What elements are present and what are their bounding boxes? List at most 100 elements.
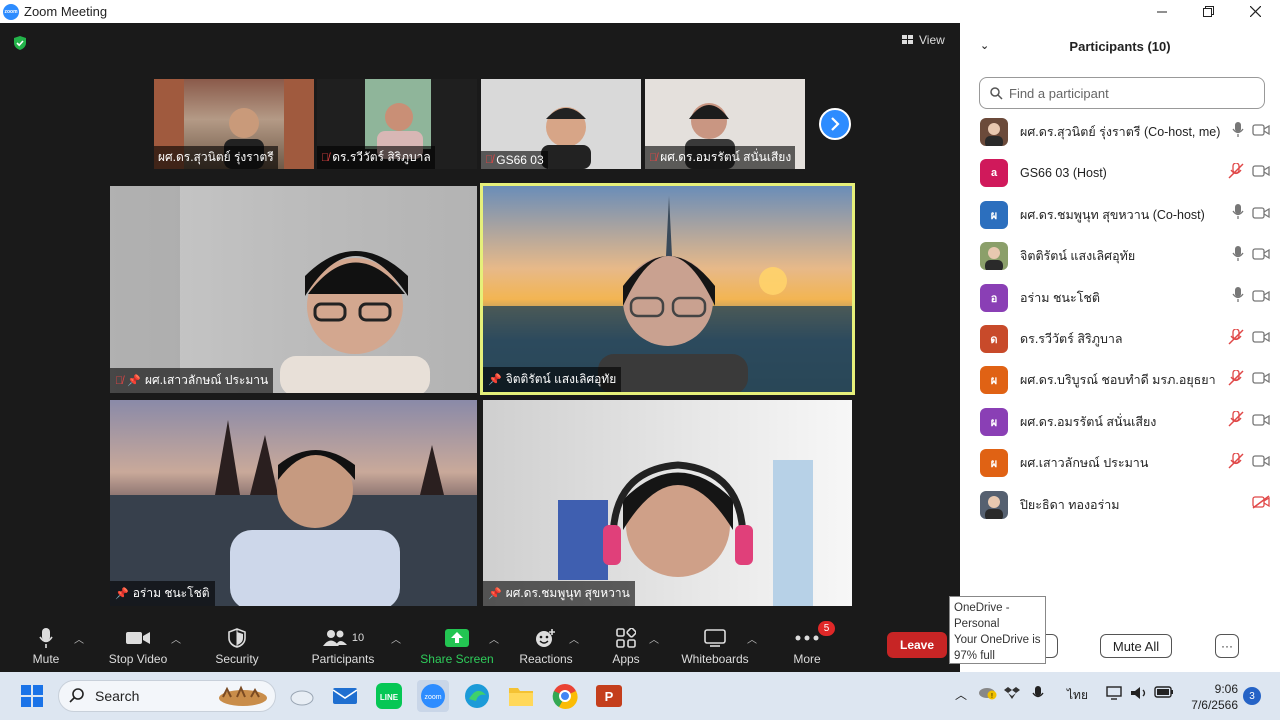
microphone-icon [39, 628, 53, 648]
avatar [980, 118, 1008, 146]
thumbnail-video[interactable]: 🎙̸ ผศ.ดร.อมรรัตน์ สนั่นเสียง [645, 79, 805, 169]
participant-row[interactable]: จิตติรัตน์ แสงเลิศอุทัย [980, 241, 1270, 271]
whiteboards-options-chevron-icon[interactable]: ︿ [747, 631, 757, 646]
reactions-button[interactable]: Reactions [516, 623, 576, 672]
weather-app-icon[interactable] [286, 680, 318, 712]
close-icon [1249, 6, 1261, 17]
participant-name-tag: 🎙̸ GS66 03 [481, 151, 548, 169]
reactions-options-chevron-icon[interactable]: ︿ [569, 631, 579, 646]
participant-row[interactable]: ผ ผศ.ดร.บริบูรณ์ ชอบทำดี มรภ.อยุธยา [980, 365, 1270, 395]
taskbar-clock[interactable]: 9:06 7/6/2566 [1186, 681, 1238, 713]
participant-status-icons [1226, 204, 1270, 225]
participant-row[interactable]: ปิยะธิดา ทองอร่าม [980, 490, 1270, 520]
taskbar-search[interactable]: Search [58, 680, 276, 712]
whiteboards-button[interactable]: Whiteboards [677, 623, 753, 672]
thumbnail-video[interactable]: ผศ.ดร.สุวนิตย์ รุ่งราตรี [154, 79, 314, 169]
participant-name-tag: ผศ.ดร.สุวนิตย์ รุ่งราตรี [154, 146, 278, 169]
video-camera-icon [1252, 124, 1270, 136]
mute-options-chevron-icon[interactable]: ︿ [74, 631, 84, 646]
collapse-chevron-icon[interactable]: ⌄ [980, 39, 989, 52]
chevron-right-icon [831, 117, 840, 131]
apps-options-chevron-icon[interactable]: ︿ [649, 631, 659, 646]
participant-row[interactable]: a GS66 03 (Host) [980, 158, 1270, 188]
video-camera-icon [1252, 330, 1270, 348]
mic-muted-icon [1228, 452, 1244, 469]
battery-tray-icon[interactable] [1154, 686, 1174, 701]
video-camera-icon [1252, 164, 1270, 182]
security-shield-icon [228, 628, 246, 648]
participants-button[interactable]: 10 Participants [306, 623, 380, 672]
video-off-icon [1252, 495, 1270, 509]
volume-tray-icon[interactable] [1130, 686, 1148, 703]
participants-count: 10 [351, 632, 365, 644]
search-icon [69, 688, 84, 703]
share-screen-button[interactable]: Share Screen [418, 623, 496, 672]
security-button[interactable]: Security [212, 623, 262, 672]
participant-status-icons [1226, 327, 1270, 350]
participant-name-tag: 📌 ผศ.ดร.ชมพูนุท สุขหวาน [483, 581, 635, 606]
microphone-icon [1232, 245, 1244, 261]
view-button[interactable]: View [902, 33, 945, 47]
participant-search-input[interactable]: Find a participant [979, 77, 1265, 109]
video-tile[interactable]: 🎙̸ 📌 ผศ.เสาวลักษณ์ ประมาน [110, 186, 477, 393]
participants-options-chevron-icon[interactable]: ︿ [391, 631, 401, 646]
thumbnail-video[interactable]: 🎙̸ ดร.รวีวัตร์ สิริภูบาล [317, 79, 477, 169]
minimize-button[interactable] [1139, 0, 1185, 23]
display-tray-icon[interactable] [1106, 686, 1122, 703]
participant-row[interactable]: ผศ.ดร.สุวนิตย์ รุ่งราตรี (Co-host, me) [980, 117, 1270, 147]
participant-status-icons [1226, 369, 1270, 391]
chrome-browser-icon[interactable] [549, 680, 581, 712]
avatar: ผ [980, 407, 1008, 436]
thumbnail-video[interactable]: 🎙̸ GS66 03 [481, 79, 641, 169]
edge-browser-icon[interactable] [461, 680, 493, 712]
input-language-indicator[interactable]: ไทย [1067, 686, 1088, 705]
video-tile[interactable]: 📌 อร่าม ชนะโชติ [110, 400, 477, 606]
participant-row[interactable]: ผ ผศ.ดร.อมรรัตน์ สนั่นเสียง [980, 407, 1270, 437]
powerpoint-app-icon[interactable]: P [593, 680, 625, 712]
encryption-shield-icon[interactable] [12, 35, 28, 51]
tray-expand-chevron-icon[interactable]: ︿ [955, 686, 967, 703]
apps-button[interactable]: Apps [606, 623, 646, 672]
stop-video-button[interactable]: Stop Video [103, 623, 173, 672]
microphone-icon [1232, 121, 1244, 143]
panel-more-button[interactable]: ··· [1215, 634, 1239, 658]
zoom-app-icon[interactable]: zoom [417, 680, 449, 712]
video-camera-icon [1252, 371, 1270, 389]
participant-name-tag: 📌 อร่าม ชนะโชติ [110, 581, 215, 606]
video-options-chevron-icon[interactable]: ︿ [171, 631, 181, 646]
notification-center-badge[interactable]: 3 [1243, 687, 1261, 705]
video-camera-icon [1252, 289, 1270, 302]
zoom-logo-icon: zoom [3, 3, 19, 20]
mute-button[interactable]: Mute [22, 623, 70, 672]
more-notification-badge: 5 [818, 621, 835, 636]
next-page-button[interactable] [819, 108, 851, 140]
line-app-icon[interactable]: LINE [373, 680, 405, 712]
avatar: a [980, 159, 1008, 188]
profile-photo-icon [985, 247, 1003, 271]
participant-row[interactable]: ผ ผศ.เสาวลักษณ์ ประมาน [980, 448, 1270, 478]
mail-app-icon[interactable] [329, 680, 361, 712]
video-tile[interactable]: 📌 ผศ.ดร.ชมพูนุท สุขหวาน [483, 400, 852, 606]
start-button[interactable] [16, 680, 48, 712]
participant-row[interactable]: ผ ผศ.ดร.ชมพูนุท สุขหวาน (Co-host) [980, 200, 1270, 230]
participant-row[interactable]: อ อร่าม ชนะโชติ [980, 283, 1270, 313]
participant-name-tag: 🎙̸ ดร.รวีวัตร์ สิริภูบาล [317, 146, 435, 169]
participant-status-icons [1226, 121, 1270, 143]
participant-status-icons [1226, 162, 1270, 184]
microphone-tray-icon[interactable] [1032, 686, 1044, 705]
participant-name: ดร.รวีวัตร์ สิริภูบาล [1020, 332, 1123, 346]
view-label: View [919, 33, 945, 47]
mute-all-button[interactable]: Mute All [1100, 634, 1172, 658]
pin-icon: 📌 [488, 374, 502, 386]
close-button[interactable] [1232, 0, 1278, 23]
leave-button[interactable]: Leave [887, 632, 947, 658]
share-options-chevron-icon[interactable]: ︿ [489, 631, 499, 646]
participant-row[interactable]: ด ดร.รวีวัตร์ สิริภูบาล [980, 324, 1270, 354]
microphone-icon [1232, 204, 1244, 220]
apps-icon [616, 628, 636, 648]
file-explorer-icon[interactable] [505, 680, 537, 712]
maximize-button[interactable] [1185, 0, 1231, 23]
onedrive-warning-icon[interactable]: ! [978, 684, 998, 703]
dropbox-icon[interactable] [1004, 686, 1020, 703]
video-tile-active-speaker[interactable]: 📌 จิตติรัตน์ แสงเลิศอุทัย [480, 183, 855, 395]
